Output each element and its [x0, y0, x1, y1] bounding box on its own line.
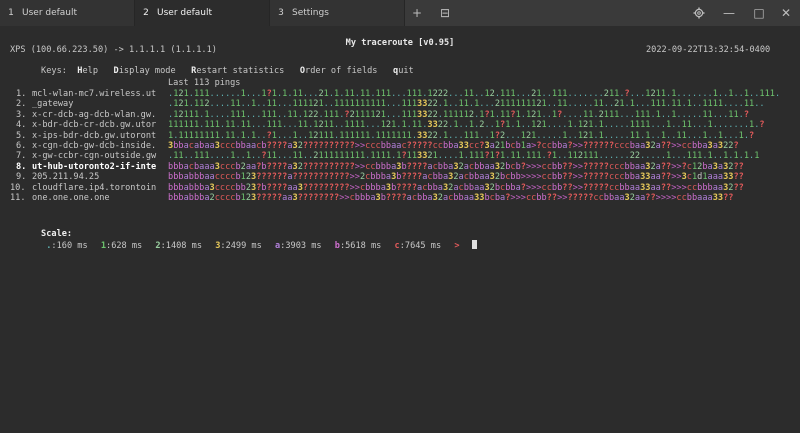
hop-number: 6.	[16, 141, 27, 151]
scale-item: >	[454, 240, 460, 251]
route-info: XPS (100.66.223.50) -> 1.1.1.1 (1.1.1.1)	[10, 45, 217, 55]
hop-host: mcl-wlan-mc7.wireless.ut	[32, 89, 157, 99]
hop-pings: bbbabbba2ccccb123?????aa3????????>>cbbba…	[168, 193, 734, 203]
keys-label: Keys:	[41, 66, 67, 77]
plus-icon: +	[411, 6, 423, 20]
text-cursor	[471, 239, 477, 249]
hop-pings: bbbacbaaa3cccb2aa?b????a32??????????>>cc…	[168, 161, 744, 172]
hop-host: x-bdr-dcb-cr-dcb.gw.utor	[32, 120, 157, 131]
hop-host: _gateway	[32, 99, 74, 110]
key-quit[interactable]: quit	[393, 66, 414, 76]
hop-number: 5.	[16, 130, 27, 141]
close-button[interactable]: ✕	[772, 0, 800, 26]
hop-host: cloudflare.ip4.torontoin	[32, 182, 157, 193]
split-icon: ⊟	[439, 6, 451, 20]
hop-number: 11.	[10, 193, 26, 203]
tab-number: 3	[278, 8, 284, 18]
hop-host: x-gw-ccbr-cgn-outside.gw	[32, 151, 157, 162]
split-view-button[interactable]: ⊟	[431, 0, 459, 26]
scale-item: 2:1408 ms	[155, 240, 203, 251]
hop-pings: .121.112....11..1..11...111121..11111111…	[168, 99, 765, 110]
hop-number: 10.	[10, 182, 26, 193]
hop-pings: .121.111......1...1?1.1.11...21.1.11.11.…	[168, 89, 780, 99]
scale-label: Scale:	[41, 229, 73, 240]
new-tab-button[interactable]: +	[403, 0, 431, 26]
hop-pings: 3bbacabaa3cccbbaacb????a32??????????>>cc…	[168, 141, 739, 151]
hop-host: x-ips-bdr-dcb.gw.utoront	[32, 130, 157, 141]
hop-pings: bbbabbba3ccccbb23?b????aa3?????????>>cbb…	[168, 182, 744, 193]
hop-host: x-cgn-dcb-gw-dcb-inside.	[32, 141, 157, 151]
key-restart-statistics[interactable]: Restart statistics	[191, 66, 284, 76]
hop-pings: 111111.111.11.11...111...11.1211..1111..…	[168, 120, 765, 131]
scale-legend: Scale: .:160 ms 1:628 ms 2:1408 ms 3:249…	[10, 219, 481, 262]
key-order-of-fields[interactable]: Order of fields	[300, 66, 378, 76]
hop-number: 4.	[16, 120, 27, 131]
scale-item: 3:2499 ms	[215, 240, 262, 251]
pings-header: Last 113 pings	[168, 78, 241, 88]
hop-number: 9.	[16, 172, 27, 183]
scale-item: 1:628 ms	[100, 240, 143, 251]
hop-pings: bbbabbbaaccccb123??????a???????????>>2cb…	[168, 172, 744, 183]
gear-icon	[693, 7, 705, 19]
hop-number: 1.	[16, 89, 27, 99]
minimize-button[interactable]: —	[715, 0, 743, 26]
key-help[interactable]: Help	[77, 66, 98, 76]
hop-pings: .12111.1....111...111..11.122.111.?21111…	[168, 109, 749, 120]
tab-number: 2	[143, 8, 149, 18]
tab-1[interactable]: 1 User default	[0, 0, 135, 26]
maximize-icon: □	[753, 6, 765, 20]
hop-host: x-cr-dcb-ag-dcb-wlan.gw.	[32, 109, 157, 120]
hop-pings: 1.11111111.11.1.1..?1...1..12111.111111.…	[168, 130, 755, 141]
maximize-button[interactable]: □	[745, 0, 773, 26]
tab-number: 1	[8, 8, 14, 18]
hop-host: 205.211.94.25	[32, 172, 100, 183]
terminal-window: 1 User default 2 User default 3 Settings…	[0, 0, 800, 433]
hop-pings: .11..111....1..1..?11...11..2111111111.1…	[168, 151, 760, 162]
scale-item: a:3903 ms	[274, 240, 322, 251]
scale-item: c:7645 ms	[394, 240, 442, 251]
scale-item: .:160 ms	[46, 240, 88, 251]
tab-2[interactable]: 2 User default	[135, 0, 270, 26]
timestamp: 2022-09-22T13:32:54-0400	[646, 45, 771, 55]
tab-label: User default	[157, 8, 213, 18]
tab-label: Settings	[292, 8, 329, 18]
close-icon: ✕	[780, 6, 792, 20]
terminal-content[interactable]: My traceroute [v0.95] XPS (100.66.223.50…	[0, 26, 800, 433]
hop-number: 3.	[16, 109, 27, 120]
hop-number: 7.	[16, 151, 27, 162]
tab-label: User default	[22, 8, 78, 18]
settings-button[interactable]	[685, 0, 713, 26]
tab-3[interactable]: 3 Settings	[270, 0, 405, 26]
key-display-mode[interactable]: Display mode	[114, 66, 176, 76]
hop-number: 8.	[16, 161, 27, 172]
hop-number: 2.	[16, 99, 27, 110]
hop-host: one.one.one.one	[32, 193, 110, 203]
scale-item: b:5618 ms	[334, 240, 382, 251]
scale-items: .:160 ms 1:628 ms 2:1408 ms 3:2499 ms a:…	[41, 241, 467, 251]
minimize-icon: —	[723, 6, 735, 20]
tab-bar: 1 User default 2 User default 3 Settings…	[0, 0, 800, 26]
hop-host: ut-hub-utoronto2-if-inte	[32, 161, 157, 172]
